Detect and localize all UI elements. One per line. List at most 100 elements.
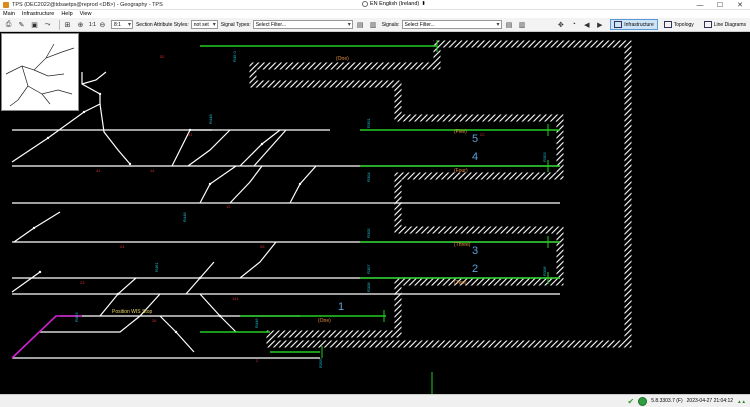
section-styles-select[interactable]: not set [190,20,218,29]
svg-text:R301: R301 [366,118,371,128]
svg-text:R308: R308 [366,282,371,292]
platform-tag-one: (One) [318,318,331,324]
filter-icon[interactable]: ▤ [505,20,514,29]
svg-text:R446: R446 [254,318,259,328]
svg-text:36: 36 [152,318,157,323]
signals-placeholder: Select Filter... [404,21,435,28]
clear-filter-icon[interactable]: ▥ [518,20,527,29]
branch-track [11,315,82,359]
language-selector[interactable]: EN English (Ireland) ⬍ [362,1,426,7]
line-diagrams-view-button[interactable]: Line Diagrams [700,19,750,30]
svg-text:R448: R448 [208,114,213,124]
infrastructure-label: Infrastructure [624,21,654,28]
svg-text:R461: R461 [154,262,159,272]
geography-map-canvas[interactable]: 52 41 14 12 31 24 26 23 141 36 2 22 R49 … [0,32,750,394]
status-bar: ✔ 5.8.3303.7 (F) 2023-04-27 21:04:12 ▲▲ [0,394,750,407]
fit-screen-icon[interactable]: ⊞ [63,20,72,29]
platform-tag-three: (Three) [454,242,471,248]
menu-help[interactable]: Help [61,11,72,17]
topology-label: Topology [673,21,694,28]
train-right-icon[interactable]: ▶ [595,20,604,29]
infrastructure-icon [614,21,623,28]
window-controls: — ☐ ✕ [690,0,750,10]
connection-status-icon [638,396,648,406]
svg-text:R303: R303 [542,152,547,162]
svg-text:12: 12 [226,204,231,209]
print-icon[interactable]: ⎙ [4,20,13,29]
platform-tag-five: (Five) [454,129,467,135]
svg-text:R309: R309 [318,358,323,368]
wis-stop-annotation: Position WIS Stop [112,309,153,315]
track-layout[interactable]: 52 41 14 12 31 24 26 23 141 36 2 22 R49 … [0,32,750,394]
platform-numbers: 5 4 3 2 1 [338,133,478,313]
window-title: TPS (DEC2022@tdsaetps@reprod <DB>) - Geo… [12,1,163,8]
junction-points [32,92,302,334]
toolbar-separator [59,19,60,30]
train-icon[interactable]: ◔ [569,20,578,29]
brand-logo: ▲▲ [737,398,746,404]
svg-text:R306: R306 [542,266,547,276]
svg-text:R304: R304 [366,172,371,182]
platform-number-1: 1 [338,301,344,313]
line-diagrams-icon [703,21,712,28]
overview-minimap[interactable] [1,33,79,111]
platform-number-5: 5 [472,133,478,145]
minimize-button[interactable]: — [690,0,710,10]
zoom-in-icon[interactable]: ⊕ [76,20,85,29]
platform-tag-four: (Four) [454,168,468,174]
svg-text:52: 52 [160,54,165,59]
infrastructure-view-button[interactable]: Infrastructure [610,19,658,30]
svg-text:R305: R305 [366,228,371,238]
svg-text:26: 26 [260,244,265,249]
toolbar: ⎙ ✎ ▣ ⤳ ⊞ ⊕ 1:1 ⊖ 8:1 Section Attribute … [0,18,750,32]
train-left-icon[interactable]: ◀ [582,20,591,29]
signal-types-placeholder: Select Filter... [255,21,286,28]
platform-tracks [200,45,560,353]
filter-icon[interactable]: ▤ [356,20,365,29]
timestamp-label: 2023-04-27 21:04:12 [686,398,734,404]
signals-select[interactable]: Select Filter... [401,20,502,29]
signal-ids: R49 0 R448 R301 R304 R305 R307 R308 R303… [74,51,547,368]
svg-text:R307: R307 [366,264,371,274]
svg-text:R463: R463 [74,312,79,322]
svg-text:31: 31 [188,132,193,137]
app-icon [3,1,9,8]
ruler-icon[interactable]: ✎ [17,20,26,29]
menu-view[interactable]: View [80,11,92,17]
signal-types-select[interactable]: Select Filter... [252,20,353,29]
platform-tag-two: (Two) [454,280,467,286]
scale-select[interactable]: 8:1 [110,20,133,29]
title-bar: TPS (DEC2022@tdsaetps@reprod <DB>) - Geo… [0,0,750,10]
menu-infrastructure[interactable]: Infrastructure [22,11,54,17]
language-label: EN English (Ireland) [370,1,420,7]
minimap-drawing [5,43,75,107]
svg-text:22: 22 [480,132,485,137]
svg-text:41: 41 [96,168,101,173]
line-diagrams-label: Line Diagrams [713,21,746,28]
version-label: 5.8.3303.7 (F) [651,398,683,404]
section-styles-label: Section Attribute Styles: [135,21,189,28]
svg-text:14: 14 [150,168,155,173]
signals-label: Signals: [381,21,400,28]
checkmark-icon: ✔ [627,396,635,406]
svg-text:2: 2 [256,358,259,363]
platform-number-3: 3 [472,245,478,257]
platform-tag-one-top: (One) [336,56,349,62]
svg-text:23: 23 [80,280,85,285]
zoom-actual-button[interactable]: 1:1 [89,22,96,28]
platform-number-2: 2 [472,263,478,275]
section-styles-value: not set [193,21,209,28]
topology-icon [663,21,672,28]
clear-filter-icon[interactable]: ▥ [369,20,378,29]
maximize-button[interactable]: ☐ [710,0,730,10]
pan-icon[interactable]: ✥ [556,20,565,29]
topology-view-button[interactable]: Topology [660,19,698,30]
menu-main[interactable]: Main [3,11,15,17]
save-image-icon[interactable]: ▣ [30,20,39,29]
platform-outlines [249,40,632,348]
platform-number-4: 4 [472,151,478,163]
route-icon[interactable]: ⤳ [43,20,52,29]
menu-bar: Main Infrastructure Help View [0,10,750,18]
zoom-out-icon[interactable]: ⊖ [98,20,107,29]
close-button[interactable]: ✕ [730,0,750,10]
